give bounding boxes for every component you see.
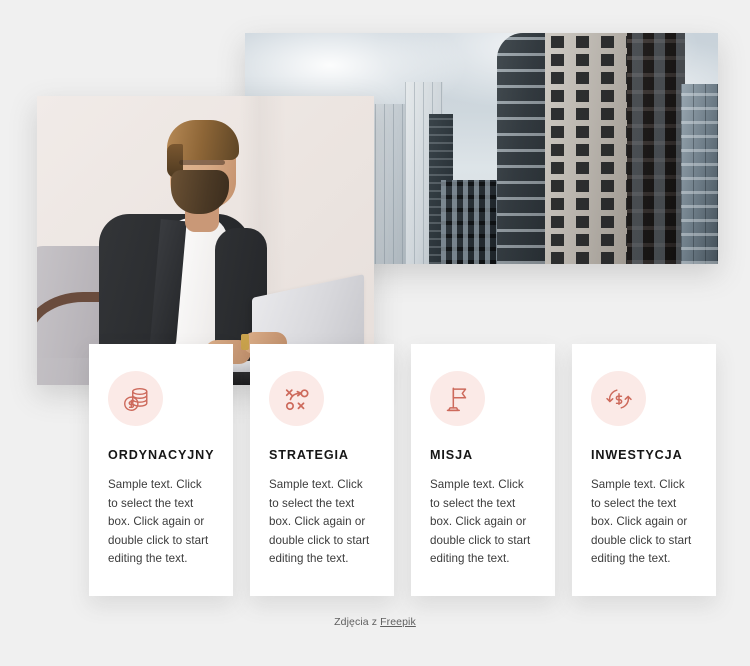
businessman-laptop-photo <box>37 96 374 385</box>
flag-icon <box>430 371 485 426</box>
card-body: Sample text. Click to select the text bo… <box>430 478 531 566</box>
feature-card[interactable]: INWESTYCJA Sample text. Click to select … <box>572 344 716 596</box>
card-title: STRATEGIA <box>269 448 349 462</box>
feature-card[interactable]: MISJA Sample text. Click to select the t… <box>411 344 555 596</box>
card-title: MISJA <box>430 448 473 462</box>
freepik-link[interactable]: Freepik <box>380 616 416 628</box>
feature-card[interactable]: STRATEGIA Sample text. Click to select t… <box>250 344 394 596</box>
feature-card[interactable]: ORDYNACYJNY Sample text. Click to select… <box>89 344 233 596</box>
feature-cards-row: ORDYNACYJNY Sample text. Click to select… <box>89 344 717 596</box>
photo-credit-prefix: Zdjęcia z <box>334 616 381 628</box>
building-curved-balconies <box>497 33 549 264</box>
building-stone-tower <box>545 33 631 264</box>
building-dark-brick <box>627 33 685 264</box>
photo-credit: Zdjęcia z Freepik <box>0 616 750 628</box>
strategy-playbook-icon <box>269 371 324 426</box>
page-root: ORDYNACYJNY Sample text. Click to select… <box>0 0 750 666</box>
card-body: Sample text. Click to select the text bo… <box>591 478 692 566</box>
dollar-refresh-cycle-icon <box>591 371 646 426</box>
card-title: INWESTYCJA <box>591 448 683 462</box>
card-body: Sample text. Click to select the text bo… <box>108 478 209 566</box>
eye-region <box>179 160 225 165</box>
card-body: Sample text. Click to select the text bo… <box>269 478 370 566</box>
building-right-glass <box>681 84 718 264</box>
coins-stack-dollar-icon <box>108 371 163 426</box>
building-front-windows <box>441 180 503 264</box>
card-title: ORDYNACYJNY <box>108 448 215 462</box>
